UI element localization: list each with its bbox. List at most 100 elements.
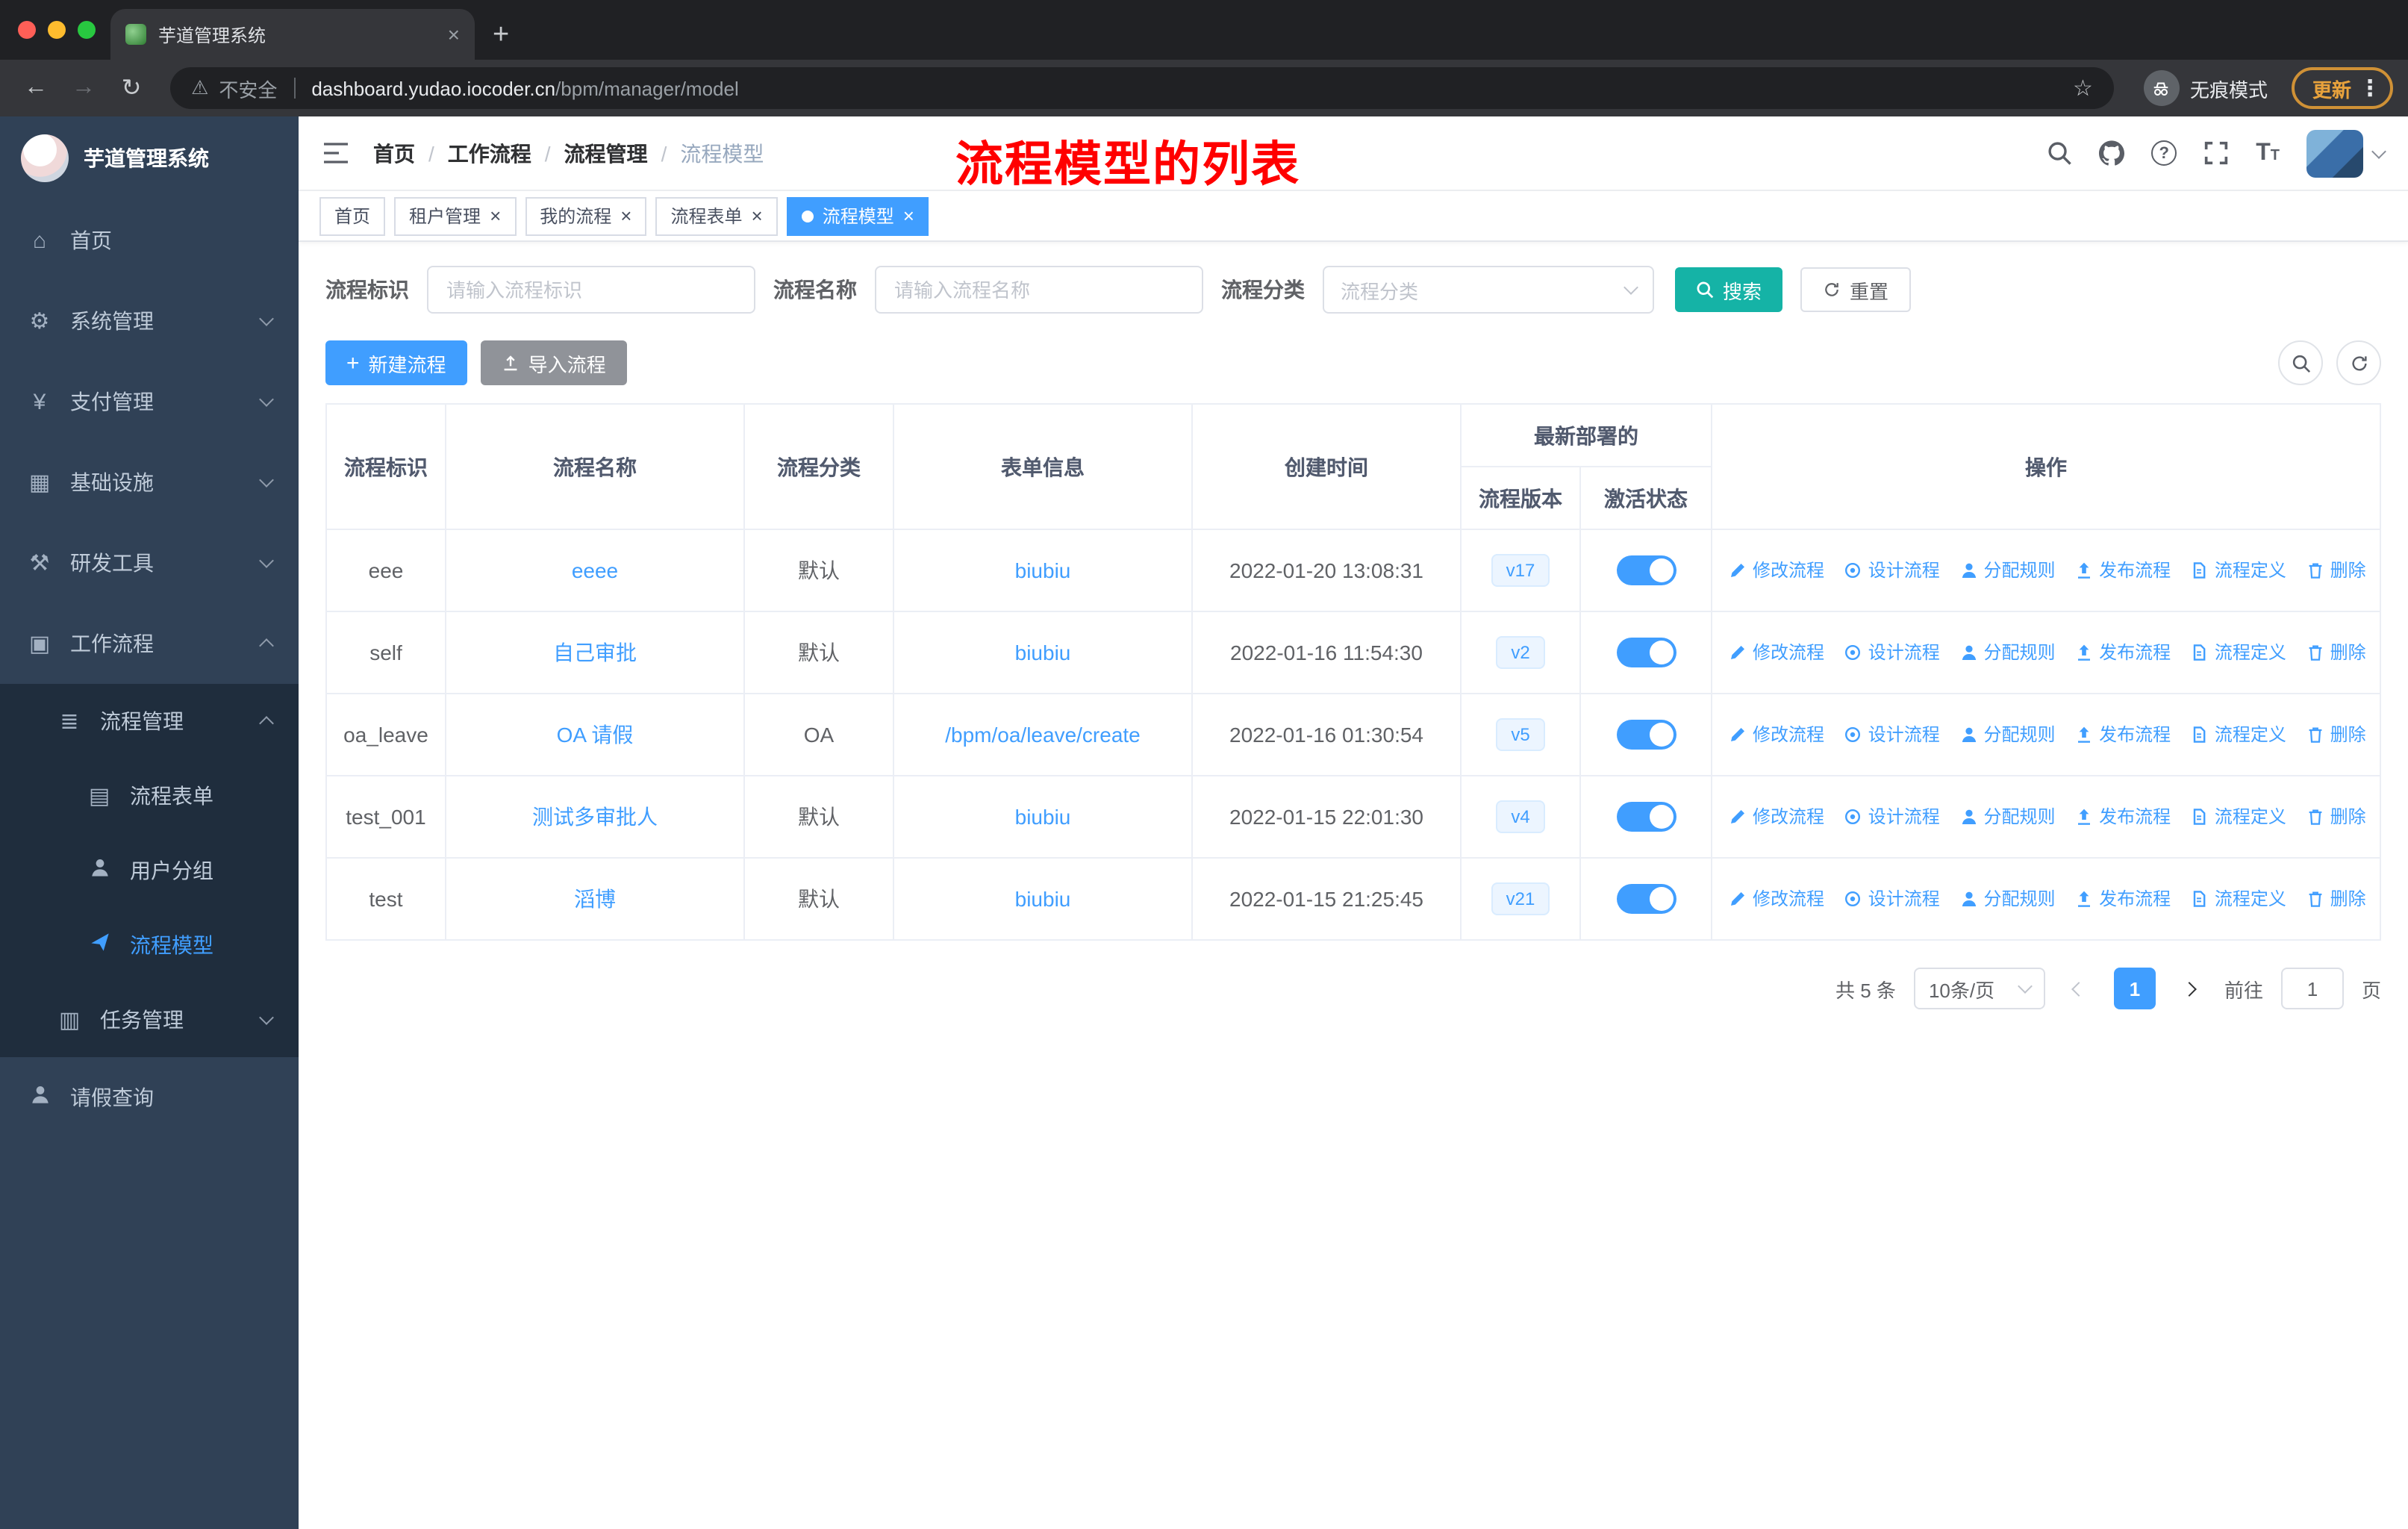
tag-process-model[interactable]: 流程模型 × (786, 196, 929, 235)
window-close-button[interactable] (18, 21, 36, 39)
create-process-button[interactable]: + 新建流程 (325, 340, 467, 385)
assign-rule-link[interactable]: 分配规则 (1959, 640, 2055, 665)
activation-toggle[interactable] (1616, 555, 1676, 585)
assign-rule-link[interactable]: 分配规则 (1959, 886, 2055, 912)
form-info-link[interactable]: biubiu (1015, 805, 1071, 829)
edit-process-link[interactable]: 修改流程 (1729, 558, 1824, 583)
sidebar-item-user-group[interactable]: 用户分组 (0, 833, 299, 908)
publish-process-link[interactable]: 发布流程 (2075, 804, 2171, 829)
sidebar-item-process-form[interactable]: ▤ 流程表单 (0, 759, 299, 833)
process-definition-link[interactable]: 流程定义 (2191, 886, 2286, 912)
sidebar-item-leave-query[interactable]: 请假查询 (0, 1057, 299, 1138)
process-definition-link[interactable]: 流程定义 (2191, 558, 2286, 583)
delete-link[interactable]: 删除 (2306, 558, 2366, 583)
tag-tenant-management[interactable]: 租户管理 × (394, 196, 517, 235)
delete-link[interactable]: 删除 (2306, 804, 2366, 829)
process-name-link[interactable]: 滔博 (574, 887, 616, 911)
process-name-link[interactable]: 测试多审批人 (532, 805, 658, 829)
form-info-link[interactable]: biubiu (1015, 558, 1071, 582)
sidebar-item-system-management[interactable]: ⚙ 系统管理 (0, 281, 299, 361)
search-button[interactable]: 搜索 (1675, 267, 1783, 312)
form-info-link[interactable]: /bpm/oa/leave/create (945, 723, 1141, 747)
activation-toggle[interactable] (1616, 638, 1676, 667)
activation-toggle[interactable] (1616, 720, 1676, 750)
assign-rule-link[interactable]: 分配规则 (1959, 804, 2055, 829)
sidebar-item-dev-tools[interactable]: ⚒ 研发工具 (0, 523, 299, 603)
help-icon[interactable]: ? (2151, 140, 2177, 166)
breadcrumb-item[interactable]: 工作流程 (448, 138, 531, 168)
process-name-link[interactable]: eeee (572, 558, 618, 582)
tag-close-icon[interactable]: × (752, 206, 763, 225)
bookmark-star-icon[interactable]: ☆ (2073, 75, 2093, 102)
process-definition-link[interactable]: 流程定义 (2191, 640, 2286, 665)
reload-icon[interactable]: ↻ (110, 73, 152, 103)
back-icon[interactable]: ← (15, 75, 57, 102)
sidebar-item-process-management[interactable]: ≣ 流程管理 (0, 684, 299, 759)
user-menu[interactable] (2306, 129, 2386, 177)
edit-process-link[interactable]: 修改流程 (1729, 640, 1824, 665)
sidebar-item-infrastructure[interactable]: ▦ 基础设施 (0, 442, 299, 523)
sidebar-item-home[interactable]: ⌂ 首页 (0, 200, 299, 281)
browser-tab[interactable]: 芋道管理系统 × (110, 9, 475, 60)
next-page-button[interactable] (2174, 981, 2206, 996)
activation-toggle[interactable] (1616, 802, 1676, 832)
refresh-icon[interactable] (2336, 340, 2381, 385)
form-info-link[interactable]: biubiu (1015, 887, 1071, 911)
sidebar-item-process-model[interactable]: 流程模型 (0, 908, 299, 983)
publish-process-link[interactable]: 发布流程 (2075, 722, 2171, 747)
tag-my-process[interactable]: 我的流程 × (525, 196, 647, 235)
delete-link[interactable]: 删除 (2306, 886, 2366, 912)
window-minimize-button[interactable] (48, 21, 66, 39)
design-process-link[interactable]: 设计流程 (1844, 558, 1940, 583)
import-process-button[interactable]: 导入流程 (480, 340, 627, 385)
process-name-link[interactable]: 自己审批 (553, 641, 637, 664)
more-options-icon[interactable]: ⋮ (2359, 75, 2381, 102)
font-size-icon[interactable]: TT (2256, 140, 2280, 166)
new-tab-button[interactable]: + (493, 19, 509, 52)
github-icon[interactable] (2099, 140, 2125, 166)
design-process-link[interactable]: 设计流程 (1844, 886, 1940, 912)
publish-process-link[interactable]: 发布流程 (2075, 886, 2171, 912)
process-definition-link[interactable]: 流程定义 (2191, 722, 2286, 747)
delete-link[interactable]: 删除 (2306, 640, 2366, 665)
tag-process-form[interactable]: 流程表单 × (655, 196, 778, 235)
tag-close-icon[interactable]: × (490, 206, 501, 225)
publish-process-link[interactable]: 发布流程 (2075, 558, 2171, 583)
page-size-select[interactable]: 10条/页 (1913, 968, 2045, 1009)
prev-page-button[interactable] (2063, 981, 2096, 996)
breadcrumb-item[interactable]: 流程管理 (564, 138, 648, 168)
process-name-input[interactable] (875, 266, 1203, 314)
process-name-link[interactable]: OA 请假 (557, 723, 634, 747)
address-bar[interactable]: ⚠ 不安全 dashboard.yudao.iocoder.cn/bpm/man… (170, 67, 2114, 109)
publish-process-link[interactable]: 发布流程 (2075, 640, 2171, 665)
update-button[interactable]: 更新 ⋮ (2291, 67, 2393, 109)
page-number-button[interactable]: 1 (2113, 968, 2156, 1009)
assign-rule-link[interactable]: 分配规则 (1959, 722, 2055, 747)
tab-close-icon[interactable]: × (448, 22, 460, 46)
activation-toggle[interactable] (1616, 884, 1676, 914)
design-process-link[interactable]: 设计流程 (1844, 640, 1940, 665)
delete-link[interactable]: 删除 (2306, 722, 2366, 747)
fullscreen-icon[interactable] (2203, 140, 2229, 166)
tag-close-icon[interactable]: × (620, 206, 631, 225)
edit-process-link[interactable]: 修改流程 (1729, 804, 1824, 829)
design-process-link[interactable]: 设计流程 (1844, 722, 1940, 747)
breadcrumb-item[interactable]: 首页 (373, 138, 415, 168)
tag-close-icon[interactable]: × (903, 206, 914, 225)
forward-icon[interactable]: → (63, 75, 105, 102)
process-id-input[interactable] (427, 266, 755, 314)
design-process-link[interactable]: 设计流程 (1844, 804, 1940, 829)
assign-rule-link[interactable]: 分配规则 (1959, 558, 2055, 583)
search-icon[interactable] (2047, 140, 2072, 166)
form-info-link[interactable]: biubiu (1015, 641, 1071, 664)
window-zoom-button[interactable] (78, 21, 96, 39)
edit-process-link[interactable]: 修改流程 (1729, 886, 1824, 912)
edit-process-link[interactable]: 修改流程 (1729, 722, 1824, 747)
goto-page-input[interactable] (2280, 968, 2344, 1009)
sidebar-item-workflow[interactable]: ▣ 工作流程 (0, 603, 299, 684)
process-definition-link[interactable]: 流程定义 (2191, 804, 2286, 829)
category-select[interactable]: 流程分类 (1323, 266, 1654, 314)
tag-home[interactable]: 首页 (319, 196, 386, 235)
hamburger-icon[interactable] (322, 142, 349, 164)
reset-button[interactable]: 重置 (1800, 267, 1912, 312)
